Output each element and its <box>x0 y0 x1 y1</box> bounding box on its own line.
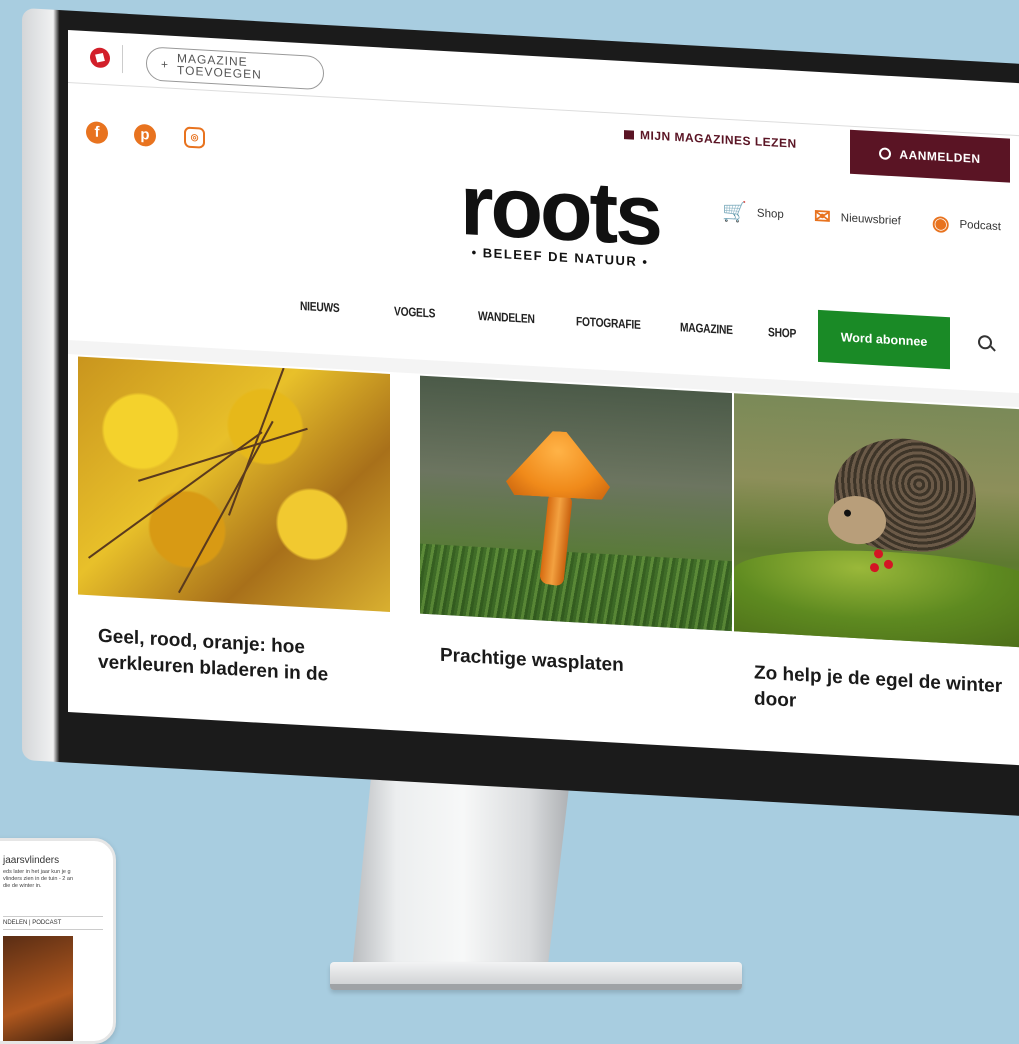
phone-article-image <box>3 936 73 1041</box>
nav-item-magazine[interactable]: MAGAZINE <box>680 320 733 337</box>
article-image-autumn-leaves <box>78 356 390 613</box>
phone-article-text: eds later in het jaar kun je g vlinders … <box>3 869 74 889</box>
login-button[interactable]: AANMELDEN <box>850 129 1010 183</box>
nav-item-wandelen[interactable]: WANDELEN <box>478 309 535 326</box>
shop-label: Shop <box>756 207 784 221</box>
phone-nav: NDELEN | PODCAST <box>3 916 103 930</box>
brand-name: roots <box>460 156 660 265</box>
article-image-hedgehog <box>734 393 1019 649</box>
nav-item-fotografie[interactable]: FOTOGRAFIE <box>576 314 641 332</box>
article-title[interactable]: Zo help je de egel de winter door <box>734 659 1019 728</box>
article-title[interactable]: Geel, rood, oranje: hoe verkleuren blade… <box>78 623 390 692</box>
nav-item-vogels[interactable]: VOGELS <box>394 304 435 320</box>
mail-icon: ✉ <box>814 205 831 229</box>
my-magazines-link[interactable]: MIJN MAGAZINES LEZEN <box>624 127 797 151</box>
login-label: AANMELDEN <box>899 147 981 167</box>
divider <box>122 45 123 74</box>
publisher-logo-icon[interactable] <box>90 47 110 69</box>
subscribe-button[interactable]: Word abonnee <box>818 309 950 370</box>
article-card[interactable]: Geel, rood, oranje: hoe verkleuren blade… <box>78 356 390 692</box>
phone-device: jaarsvlinders eds later in het jaar kun … <box>0 838 116 1044</box>
article-card[interactable]: Zo help je de egel de winter door <box>734 393 1019 728</box>
newsletter-label: Nieuwsbrief <box>840 211 901 228</box>
article-title[interactable]: Prachtige wasplaten <box>420 642 732 685</box>
article-card[interactable]: Prachtige wasplaten <box>420 375 732 685</box>
nav-item-nieuws[interactable]: NIEUWS <box>300 299 340 315</box>
my-magazines-label: MIJN MAGAZINES LEZEN <box>640 127 797 151</box>
article-image-mushroom <box>420 375 732 632</box>
shop-link[interactable]: 🛒 Shop <box>722 199 784 227</box>
plus-icon: + <box>161 57 170 72</box>
facebook-icon[interactable]: f <box>86 121 108 145</box>
newsletter-link[interactable]: ✉ Nieuwsbrief <box>814 204 901 234</box>
podcast-link[interactable]: ◉ Podcast <box>932 210 1001 239</box>
podcast-label: Podcast <box>959 218 1002 233</box>
phone-article-title: jaarsvlinders <box>3 855 60 866</box>
login-icon <box>879 147 892 161</box>
add-magazine-label: MAGAZINE TOEVOEGEN <box>177 51 262 82</box>
site-logo[interactable]: roots • BELEEF DE NATUUR • <box>460 156 660 270</box>
instagram-icon[interactable]: ◎ <box>184 126 205 149</box>
podcast-icon: ◉ <box>932 212 950 236</box>
pinterest-icon[interactable]: p <box>134 123 156 147</box>
add-magazine-button[interactable]: + MAGAZINE TOEVOEGEN <box>146 46 324 91</box>
monitor-base-edge <box>330 984 742 990</box>
nav-item-shop[interactable]: SHOP <box>768 325 796 341</box>
search-icon[interactable] <box>978 334 992 350</box>
magazine-icon <box>624 130 634 140</box>
monitor-screen: + MAGAZINE TOEVOEGEN MIJN MAGAZINES LEZE… <box>68 30 1019 766</box>
cart-icon: 🛒 <box>722 200 747 224</box>
